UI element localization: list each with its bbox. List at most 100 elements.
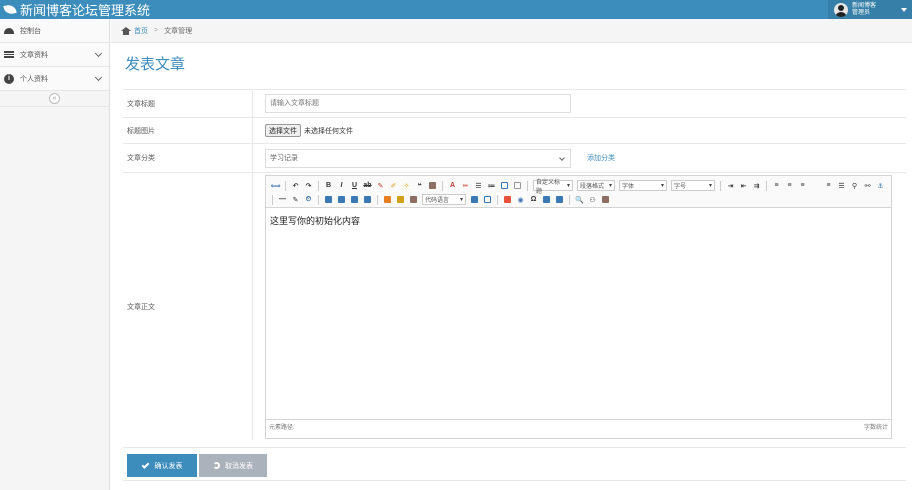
strikethrough-icon[interactable]: ab <box>362 180 373 191</box>
sidebar-item-profile[interactable]: i 个人资料 <box>0 67 109 91</box>
leaf-icon <box>3 4 17 15</box>
title-input[interactable] <box>265 94 571 113</box>
form-actions: 确认发表 取消发表 <box>123 447 906 481</box>
code-language-dropdown[interactable]: 代码语言 <box>422 194 466 205</box>
template-icon[interactable] <box>482 194 493 205</box>
title-label: 文章标题 <box>123 90 253 117</box>
source-icon[interactable]: ⟺ <box>270 180 281 191</box>
ordered-list-icon[interactable]: ☰ <box>473 180 484 191</box>
article-form: 文章标题 标题图片 选择文件 未选择任何文件 文章分类 学习记录 添加分类 <box>123 89 906 440</box>
insert-image-icon[interactable] <box>395 194 406 205</box>
insert-table-icon[interactable] <box>502 194 513 205</box>
select-all-icon[interactable] <box>499 180 510 191</box>
breadcrumb-home[interactable]: 首页 <box>134 26 148 36</box>
date-icon[interactable]: ✎ <box>290 194 301 205</box>
time-icon[interactable]: ⏲ <box>303 194 314 205</box>
paste-icon[interactable] <box>427 180 438 191</box>
custom-style-dropdown[interactable]: 自定义标题 <box>533 180 573 195</box>
cancel-button-label: 取消发表 <box>225 462 253 470</box>
format-brush-icon[interactable]: ✐ <box>388 180 399 191</box>
cancel-button[interactable]: 取消发表 <box>199 454 267 477</box>
horizontal-rule-icon[interactable]: ☰ <box>836 180 847 191</box>
link-icon[interactable]: ⚲ <box>849 180 860 191</box>
image-center-icon[interactable] <box>362 194 373 205</box>
paragraph-dropdown[interactable]: 段落格式 <box>577 180 615 191</box>
special-chars-icon[interactable]: Ω <box>528 194 539 205</box>
page-title: 发表文章 <box>125 56 186 73</box>
category-select[interactable]: 学习记录 <box>265 148 571 168</box>
font-family-dropdown[interactable]: 字体 <box>619 180 667 191</box>
breadcrumb-separator: > <box>154 27 159 34</box>
font-color-icon[interactable]: A <box>447 180 458 191</box>
list-icon <box>4 50 14 60</box>
editor-toolbar: ⟺ ↶ ↷ B I U ab ✎ ✐ ✧ ❝ A ✏ ☰ ≔ 自定义标题 ▾ 段… <box>266 176 891 208</box>
clear-doc-icon[interactable] <box>512 180 523 191</box>
editor-content[interactable]: 这里写你的初始化内容 <box>266 208 891 419</box>
home-icon <box>121 26 131 35</box>
align-left-icon[interactable]: ≡ <box>771 180 782 191</box>
underline-icon[interactable]: U <box>349 180 360 191</box>
sidebar-item-dashboard[interactable]: 控制台 <box>0 19 109 43</box>
chevron-down-icon <box>94 49 103 58</box>
blockquote-icon[interactable]: ❝ <box>414 180 425 191</box>
indent-icon[interactable]: ⇉ <box>751 180 762 191</box>
undo-icon[interactable]: ↶ <box>290 180 301 191</box>
category-label: 文章分类 <box>123 144 253 172</box>
preview-icon[interactable]: 🔍 <box>574 194 585 205</box>
unlink-icon[interactable]: ⚯ <box>862 180 873 191</box>
emotion-icon[interactable] <box>408 194 419 205</box>
insert-code-icon[interactable] <box>469 194 480 205</box>
sidebar: 控制台 文章资料 i 个人资料 « <box>0 19 110 490</box>
sidebar-item-label: 文章资料 <box>20 51 48 59</box>
app-title: 新闻博客论坛管理系统 <box>20 3 151 18</box>
sidebar-collapse-button[interactable]: « <box>49 93 60 104</box>
image-none-icon[interactable] <box>336 194 347 205</box>
font-size-dropdown[interactable]: 字号 <box>671 180 715 191</box>
align-center-icon[interactable]: ≡ <box>784 180 795 191</box>
file-status: 未选择任何文件 <box>304 127 353 135</box>
anchor-icon[interactable]: ⚓ <box>875 180 886 191</box>
submit-button[interactable]: 确认发表 <box>127 454 197 477</box>
bold-icon[interactable]: B <box>323 180 334 191</box>
separator-line-icon[interactable]: — <box>277 194 288 205</box>
sidebar-item-articles[interactable]: 文章资料 <box>0 43 109 67</box>
image-right-icon[interactable] <box>349 194 360 205</box>
auto-format-icon[interactable]: ✧ <box>401 180 412 191</box>
redo-icon[interactable]: ↷ <box>303 180 314 191</box>
background-icon[interactable]: ◉ <box>515 194 526 205</box>
eraser-icon[interactable]: ✎ <box>375 180 386 191</box>
rich-text-editor: ⟺ ↶ ↷ B I U ab ✎ ✐ ✧ ❝ A ✏ ☰ ≔ 自定义标题 ▾ 段… <box>265 175 892 439</box>
add-category-link[interactable]: 添加分类 <box>587 153 615 163</box>
undo-icon <box>213 462 220 469</box>
chevron-down-icon <box>559 154 565 161</box>
simple-upload-icon[interactable] <box>382 194 393 205</box>
user-line-1: 新闻博客 <box>852 2 877 9</box>
rtl-icon[interactable]: ⇤ <box>738 180 749 191</box>
italic-icon[interactable]: I <box>336 180 347 191</box>
top-bar: 新闻博客论坛管理系统 新闻博客 管理员 <box>0 0 912 19</box>
drafts-icon[interactable] <box>600 194 611 205</box>
avatar <box>834 2 848 17</box>
print-icon[interactable] <box>554 194 565 205</box>
image-left-icon[interactable] <box>323 194 334 205</box>
sidebar-item-label: 控制台 <box>20 27 41 35</box>
element-path-label: 元素路径: <box>269 424 295 431</box>
chevron-down-icon <box>94 73 103 82</box>
content-label: 文章正文 <box>123 173 253 440</box>
choose-file-button[interactable]: 选择文件 <box>265 124 301 137</box>
user-menu[interactable]: 新闻博客 管理员 <box>828 0 912 19</box>
app-brand[interactable]: 新闻博客论坛管理系统 <box>3 0 151 19</box>
search-replace-icon[interactable]: ⚇ <box>587 194 598 205</box>
sidebar-item-label: 个人资料 <box>20 75 48 83</box>
check-icon <box>141 460 149 469</box>
ltr-icon[interactable]: ⇥ <box>725 180 736 191</box>
map-icon[interactable] <box>541 194 552 205</box>
word-count: 字数统计 <box>863 424 888 431</box>
dashboard-icon <box>4 26 14 36</box>
unordered-list-icon[interactable]: ≔ <box>486 180 497 191</box>
breadcrumb: 首页 > 文章管理 <box>111 19 912 43</box>
user-line-2: 管理员 <box>852 9 871 16</box>
align-right-icon[interactable]: ≡ <box>797 180 808 191</box>
highlight-icon[interactable]: ✏ <box>460 180 471 191</box>
align-justify-icon[interactable]: ≡ <box>823 180 834 191</box>
